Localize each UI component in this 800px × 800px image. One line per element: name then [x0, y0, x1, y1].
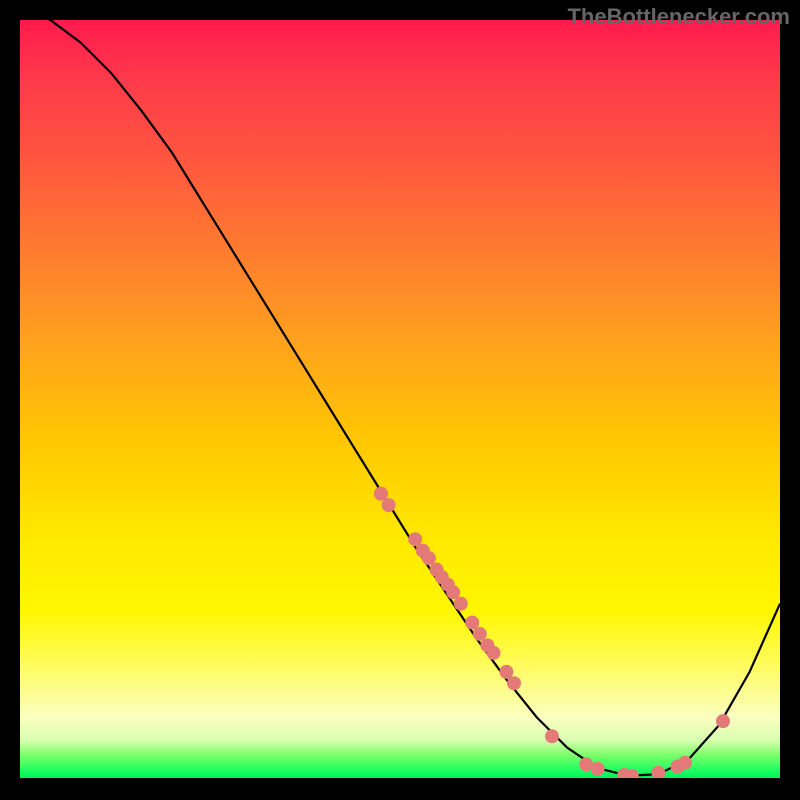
data-points-group [374, 487, 730, 778]
chart-svg [20, 20, 780, 778]
data-point [499, 665, 513, 679]
data-point [454, 597, 468, 611]
data-point [408, 532, 422, 546]
data-point [446, 585, 460, 599]
data-point [382, 498, 396, 512]
bottleneck-curve [20, 20, 780, 776]
data-point [678, 756, 692, 770]
data-point [374, 487, 388, 501]
data-point [716, 714, 730, 728]
chart-plot-area [20, 20, 780, 778]
data-point [465, 616, 479, 630]
data-point [473, 627, 487, 641]
data-point [591, 762, 605, 776]
data-point [422, 551, 436, 565]
data-point [507, 676, 521, 690]
data-point [545, 729, 559, 743]
data-point [651, 766, 665, 778]
data-point [486, 646, 500, 660]
watermark-text: TheBottlenecker.com [567, 4, 790, 30]
